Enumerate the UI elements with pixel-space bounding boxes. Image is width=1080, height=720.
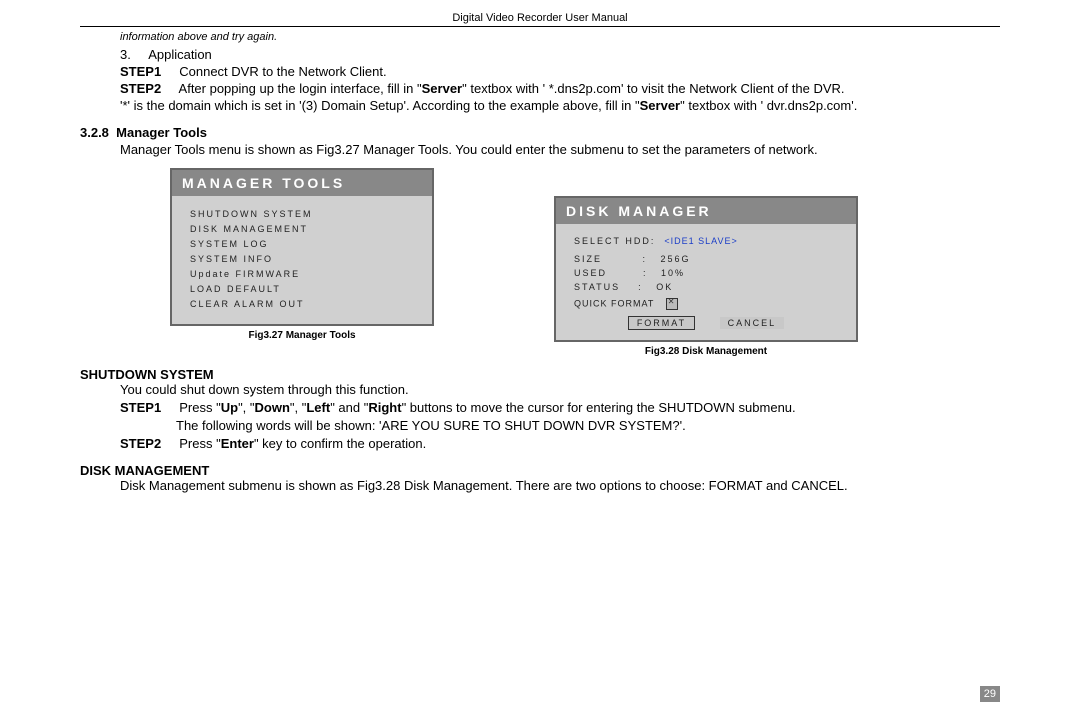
quick-format-label: QUICK FORMAT	[574, 299, 654, 309]
step1-label: STEP1	[120, 64, 161, 79]
diskmgmt-heading: DISK MANAGEMENT	[80, 463, 1000, 478]
shutdown-s2-label: STEP2	[120, 436, 161, 451]
menu-item-sysinfo[interactable]: SYSTEM INFO	[190, 254, 414, 264]
shutdown-warn: The following words will be shown: 'ARE …	[176, 418, 1000, 435]
page-number: 29	[980, 686, 1000, 702]
fig-disk-manager: DISK MANAGER SELECT HDD: <IDE1 SLAVE> SI…	[554, 168, 858, 357]
app-label: Application	[148, 47, 212, 62]
used-value: 10%	[661, 268, 685, 278]
diskmgmt-para: Disk Management submenu is shown as Fig3…	[120, 478, 1000, 495]
manager-menu-body: SHUTDOWN SYSTEM DISK MANAGEMENT SYSTEM L…	[172, 196, 432, 324]
app-num: 3.	[120, 47, 131, 62]
continued-hint: information above and try again.	[120, 31, 1000, 43]
figures-row: MANAGER TOOLS SHUTDOWN SYSTEM DISK MANAG…	[170, 168, 1000, 357]
status-value: OK	[656, 282, 673, 292]
manager-menu-title: MANAGER TOOLS	[172, 170, 432, 196]
step2-text-a: After popping up the login interface, fi…	[179, 81, 422, 96]
disk-menu-body: SELECT HDD: <IDE1 SLAVE> SIZE : 256G USE…	[556, 224, 856, 340]
menu-item-update-fw[interactable]: Update FIRMWARE	[190, 269, 414, 279]
application-block: 3. Application STEP1 Connect DVR to the …	[80, 47, 1000, 115]
size-label: SIZE	[574, 254, 602, 264]
menu-item-clearalarm[interactable]: CLEAR ALARM OUT	[190, 299, 414, 309]
server-word-2: Server	[640, 98, 680, 113]
fig327-caption: Fig3.27 Manager Tools	[248, 330, 355, 341]
menu-item-syslog[interactable]: SYSTEM LOG	[190, 239, 414, 249]
shutdown-heading: SHUTDOWN SYSTEM	[80, 367, 1000, 382]
shutdown-steps: STEP1 Press "Up", "Down", "Left" and "Ri…	[120, 400, 1000, 453]
section-heading: 3.2.8 Manager Tools	[80, 125, 1000, 140]
server-word: Server	[422, 81, 462, 96]
disk-menu-title: DISK MANAGER	[556, 198, 856, 224]
domain-text-a: '*' is the domain which is set in '(3) D…	[120, 98, 640, 113]
manual-page: Digital Video Recorder User Manual infor…	[0, 0, 1080, 720]
used-label: USED	[574, 268, 607, 278]
step2-text-b: " textbox with ' *.dns2p.com' to visit t…	[462, 81, 844, 96]
fig328-caption: Fig3.28 Disk Management	[645, 346, 767, 357]
menu-item-diskmgmt[interactable]: DISK MANAGEMENT	[190, 224, 414, 234]
disk-manager-menu: DISK MANAGER SELECT HDD: <IDE1 SLAVE> SI…	[554, 196, 858, 342]
shutdown-intro: You could shut down system through this …	[120, 382, 1000, 399]
manager-tools-menu: MANAGER TOOLS SHUTDOWN SYSTEM DISK MANAG…	[170, 168, 434, 326]
section-para: Manager Tools menu is shown as Fig3.27 M…	[120, 142, 1000, 159]
doc-header: Digital Video Recorder User Manual	[80, 12, 1000, 26]
cancel-button[interactable]: CANCEL	[720, 317, 785, 329]
domain-text-b: " textbox with ' dvr.dns2p.com'.	[680, 98, 857, 113]
menu-item-loaddefault[interactable]: LOAD DEFAULT	[190, 284, 414, 294]
sec-title: Manager Tools	[116, 125, 207, 140]
sec-num: 3.2.8	[80, 125, 109, 140]
header-rule	[80, 26, 1000, 27]
size-value: 256G	[661, 254, 691, 264]
status-label: STATUS	[574, 282, 620, 292]
quick-format-checkbox[interactable]	[666, 298, 678, 310]
shutdown-s1-label: STEP1	[120, 400, 161, 415]
select-hdd-label: SELECT HDD:	[574, 236, 655, 246]
fig-manager-tools: MANAGER TOOLS SHUTDOWN SYSTEM DISK MANAG…	[170, 168, 434, 357]
step1-text: Connect DVR to the Network Client.	[179, 64, 386, 79]
menu-item-shutdown[interactable]: SHUTDOWN SYSTEM	[190, 209, 414, 219]
format-button[interactable]: FORMAT	[628, 316, 695, 330]
step2-label: STEP2	[120, 81, 161, 96]
select-hdd-value[interactable]: <IDE1 SLAVE>	[664, 236, 737, 246]
